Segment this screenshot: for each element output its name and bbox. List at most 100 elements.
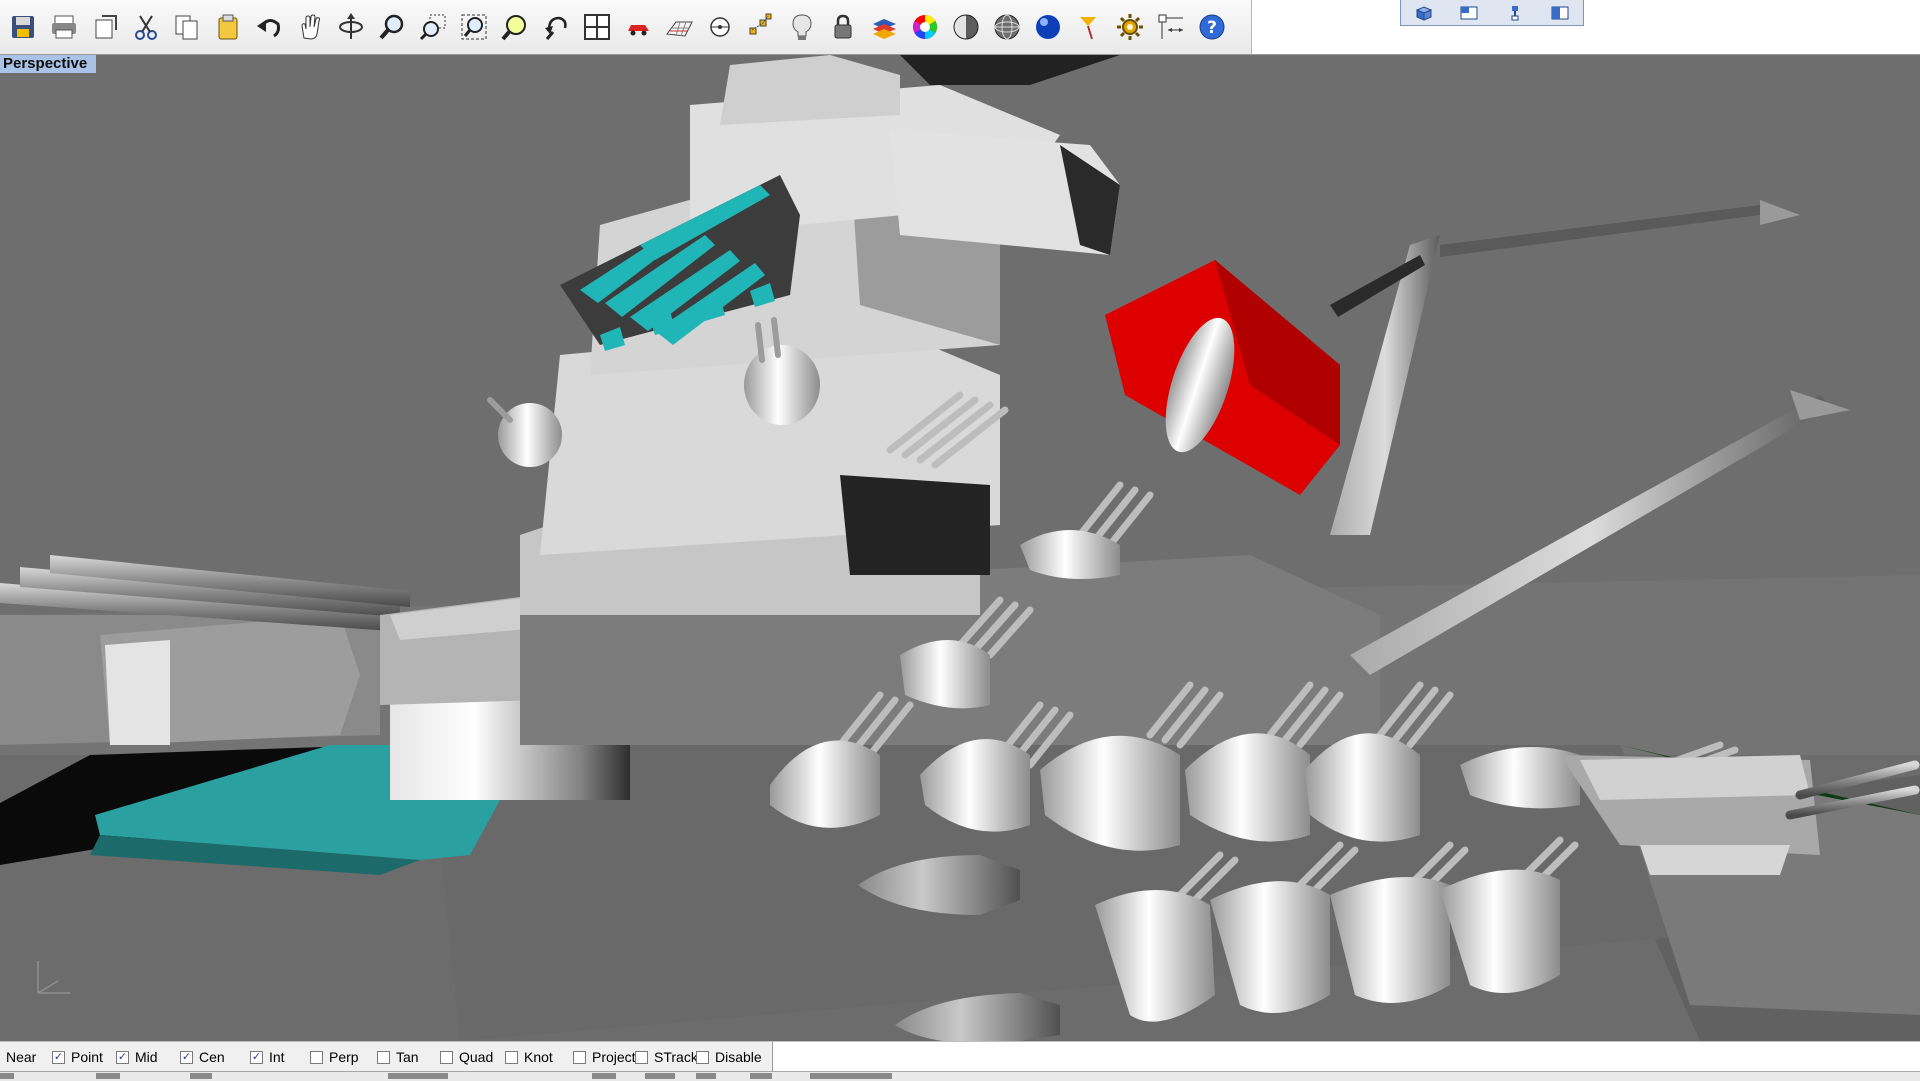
tower-turret-1 <box>744 345 820 425</box>
paste-icon <box>218 14 237 40</box>
osnap-near[interactable]: Near <box>0 1042 36 1072</box>
save-icon <box>11 16 34 38</box>
shade-sphere-button[interactable] <box>947 6 984 48</box>
rotate-view-icon <box>338 13 363 39</box>
osnap-cen-checkbox[interactable]: ✓ <box>180 1050 193 1064</box>
help-icon: ? <box>1199 14 1224 40</box>
layers-button[interactable] <box>865 6 902 48</box>
osnap-cen-label: Cen <box>199 1049 225 1065</box>
osnap-disable-checkbox[interactable] <box>696 1050 709 1064</box>
viewport-3d-icon <box>1415 5 1433 21</box>
export-icon <box>95 15 117 39</box>
main-toolbar: ? <box>0 0 1920 55</box>
viewport-layout-toolbar <box>1400 0 1584 26</box>
mast-tip-right <box>1760 200 1800 225</box>
osnap-tan[interactable]: Tan <box>377 1042 419 1072</box>
layers-icon <box>872 19 896 39</box>
tower-turret-2 <box>498 403 562 467</box>
dimension-icon <box>1158 14 1183 39</box>
osnap-point[interactable]: ✓ Point <box>52 1042 103 1072</box>
osnap-cen[interactable]: ✓ Cen <box>180 1042 225 1072</box>
osnap-point-checkbox[interactable]: ✓ <box>52 1050 65 1064</box>
four-viewports-icon <box>583 14 610 40</box>
print-button[interactable] <box>45 6 82 48</box>
rotate-view-button[interactable] <box>332 6 369 48</box>
color-wheel-icon <box>912 14 937 39</box>
viewport-layout-button[interactable] <box>1456 3 1482 23</box>
undo-button[interactable] <box>250 6 287 48</box>
zoom-icon <box>378 14 403 40</box>
perspective-viewport[interactable]: Perspective <box>0 55 1920 1041</box>
viewport-tile-icon <box>1551 6 1569 19</box>
render-sphere-button[interactable] <box>1029 6 1066 48</box>
paste-button[interactable] <box>209 6 246 48</box>
color-wheel-button[interactable] <box>906 6 943 48</box>
osnap-tan-checkbox[interactable] <box>377 1050 390 1064</box>
pan-hand-icon <box>300 14 320 40</box>
car-button[interactable] <box>619 6 656 48</box>
osnap-project[interactable]: Project <box>573 1042 636 1072</box>
osnap-bar-empty <box>772 1042 1920 1072</box>
copy-button[interactable] <box>168 6 205 48</box>
viewport-split-button[interactable] <box>1502 3 1528 23</box>
zoom-extents-button[interactable] <box>455 6 492 48</box>
osnap-disable[interactable]: Disable <box>696 1042 762 1072</box>
svg-text:?: ? <box>1207 18 1217 38</box>
world-axis-icon <box>37 961 70 994</box>
osnap-strack-checkbox[interactable] <box>635 1050 648 1064</box>
osnap-knot[interactable]: Knot <box>505 1042 553 1072</box>
osnap-int-checkbox[interactable]: ✓ <box>250 1050 263 1064</box>
cut-icon <box>134 15 157 40</box>
osnap-knot-checkbox[interactable] <box>505 1050 518 1064</box>
zoom-selected-button[interactable] <box>496 6 533 48</box>
osnap-quad-checkbox[interactable] <box>440 1050 453 1064</box>
viewport-tile-button[interactable] <box>1547 3 1573 23</box>
osnap-perp-label: Perp <box>329 1049 359 1065</box>
grid-plane-button[interactable] <box>660 6 697 48</box>
lock-button[interactable] <box>824 6 861 48</box>
light-bulb-button[interactable] <box>783 6 820 48</box>
osnap-near-label: Near <box>6 1049 37 1065</box>
light-bulb-icon <box>791 14 812 40</box>
select-points-button[interactable] <box>742 6 779 48</box>
zoom-window-button[interactable] <box>414 6 451 48</box>
four-viewports-button[interactable] <box>578 6 615 48</box>
save-button[interactable] <box>4 6 41 48</box>
lock-icon <box>834 14 851 39</box>
viewport-title[interactable]: Perspective <box>0 55 97 73</box>
wireframe-sphere-icon <box>994 14 1019 40</box>
zoom-button[interactable] <box>373 6 410 48</box>
osnap-int[interactable]: ✓ Int <box>250 1042 285 1072</box>
cut-button[interactable] <box>127 6 164 48</box>
osnap-perp-checkbox[interactable] <box>310 1050 323 1064</box>
viewport-3d-button[interactable] <box>1411 3 1437 23</box>
export-button[interactable] <box>86 6 123 48</box>
viewport-layout-icon <box>1460 6 1478 19</box>
wireframe-sphere-button[interactable] <box>988 6 1025 48</box>
osnap-bar: Near ✓ Point ✓ Mid ✓ Cen ✓ Int Perp Tan Quad Knot Pro… <box>0 1041 1920 1072</box>
zoom-extents-icon <box>461 14 486 40</box>
osnap-mid[interactable]: ✓ Mid <box>116 1042 158 1072</box>
undo-view-button[interactable] <box>537 6 574 48</box>
forward-turret-face <box>105 640 170 745</box>
point-filter-button[interactable] <box>701 6 738 48</box>
battleship-model[interactable] <box>0 55 1920 1041</box>
copy-icon <box>175 15 197 40</box>
osnap-perp[interactable]: Perp <box>310 1042 359 1072</box>
osnap-mid-checkbox[interactable]: ✓ <box>116 1050 129 1064</box>
help-button[interactable]: ? <box>1193 6 1230 48</box>
shade-sphere-icon <box>953 14 978 40</box>
select-points-icon <box>749 13 771 35</box>
osnap-strack[interactable]: STrack <box>635 1042 698 1072</box>
pan-hand-button[interactable] <box>291 6 328 48</box>
osnap-project-checkbox[interactable] <box>573 1050 586 1064</box>
options-gear-button[interactable] <box>1111 6 1148 48</box>
dimension-button[interactable] <box>1152 6 1189 48</box>
pointer-flag-button[interactable] <box>1070 6 1107 48</box>
options-gear-icon <box>1116 14 1143 40</box>
osnap-disable-label: Disable <box>715 1049 762 1065</box>
osnap-quad[interactable]: Quad <box>440 1042 493 1072</box>
viewport-split-icon <box>1511 5 1519 20</box>
zoom-selected-icon <box>500 15 526 41</box>
pointer-flag-icon <box>1079 17 1096 40</box>
